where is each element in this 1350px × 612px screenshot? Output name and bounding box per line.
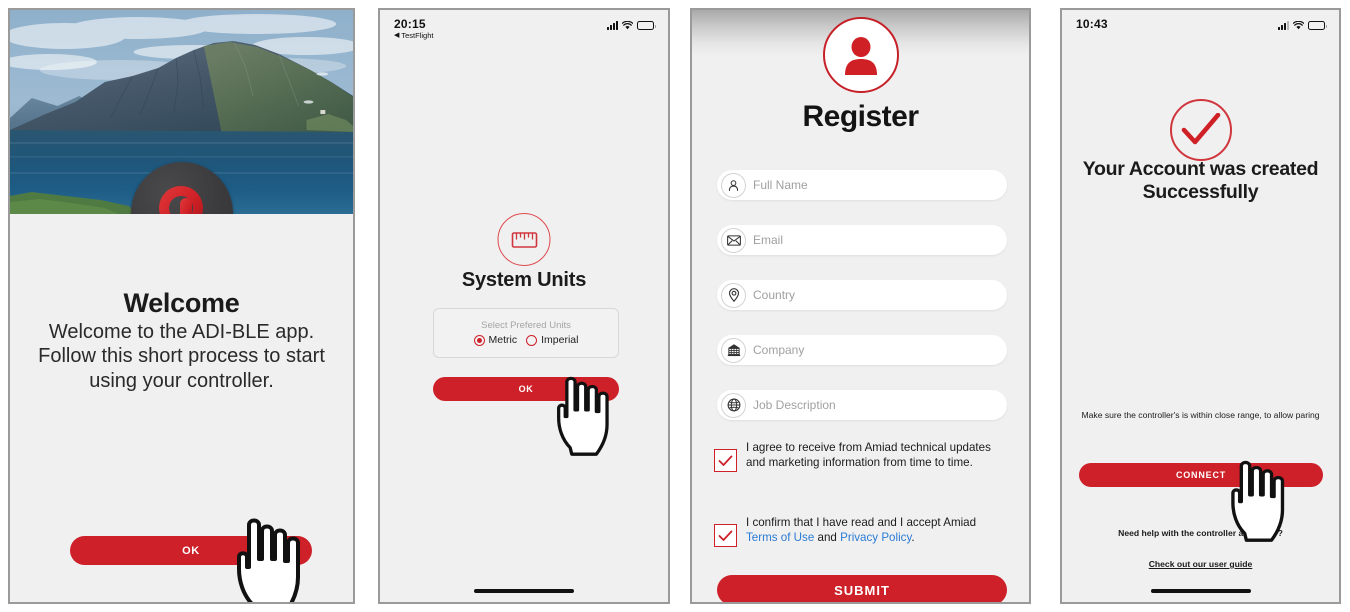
page-title: Welcome (123, 288, 240, 318)
terms-text-mid: and (814, 531, 841, 545)
user-guide-link-label: Check out our user guide (1148, 559, 1253, 569)
field-full-name[interactable]: Full Name (717, 170, 1007, 200)
welcome-body-text: Welcome to the ADI-BLE app. Follow this … (38, 321, 325, 392)
page-title: System Units (461, 269, 587, 291)
building-icon (721, 337, 746, 363)
terms-of-use-link[interactable]: Terms of Use (746, 531, 814, 544)
page-title: Your Account was created Successfully (1082, 158, 1319, 203)
radio-option-metric[interactable]: Metric (473, 334, 518, 346)
check-glyph (1181, 113, 1220, 145)
checkbox-marketing-label: I agree to receive from Amiad technical … (746, 441, 991, 470)
connect-button[interactable]: CONNECT (1079, 463, 1323, 487)
help-prompt-text: Need help with the controller assembly? (1118, 528, 1283, 538)
battery-icon (637, 21, 656, 30)
checkbox-terms[interactable] (714, 524, 737, 547)
check-circle-icon (1169, 99, 1232, 161)
terms-text-after: . (911, 531, 915, 545)
radio-metric-label: Metric (488, 334, 518, 346)
user-avatar-icon (822, 17, 899, 93)
ruler-glyph (511, 231, 537, 248)
wifi-icon (1293, 21, 1304, 30)
home-indicator (474, 589, 574, 593)
page-title: Register (802, 100, 919, 133)
status-left: 20:15 ◀ TestFlight (394, 18, 434, 40)
pairing-hint-text: Make sure the controller's is within clo… (1081, 410, 1320, 420)
cellular-signal-icon (1278, 21, 1289, 30)
status-right (607, 18, 656, 30)
wifi-icon (622, 21, 633, 30)
home-indicator (1150, 589, 1251, 593)
user-guide-link[interactable]: Check out our user guide (1078, 559, 1323, 569)
person-icon (721, 172, 746, 198)
submit-button[interactable]: SUBMIT (717, 575, 1007, 602)
check-icon (718, 530, 733, 541)
checkbox-terms-label: I confirm that I have read and I accept … (746, 515, 1010, 545)
adi-ble-logo-mark (158, 186, 203, 214)
field-country[interactable]: Country (717, 280, 1007, 310)
field-company[interactable]: Company (717, 335, 1007, 365)
field-country-placeholder: Country (753, 288, 796, 302)
screenshot-stage: Welcome Welcome to the ADI-BLE app. Foll… (0, 0, 1350, 612)
status-back-app[interactable]: ◀ TestFlight (394, 32, 434, 40)
checkbox-marketing[interactable] (714, 449, 737, 472)
hero-image (10, 10, 353, 214)
status-time: 10:43 (1076, 17, 1108, 31)
battery-icon (1308, 21, 1327, 30)
unit-radio-row: Metric Imperial (473, 334, 578, 346)
field-email-placeholder: Email (753, 233, 784, 247)
checkbox-row-marketing[interactable]: I agree to receive from Amiad technical … (714, 440, 1010, 472)
back-triangle-icon: ◀ (394, 32, 400, 40)
field-company-placeholder: Company (753, 343, 805, 357)
phone-screen-welcome: Welcome Welcome to the ADI-BLE app. Foll… (8, 8, 355, 604)
field-job-description-placeholder: Job Description (753, 398, 836, 412)
envelope-icon (721, 227, 746, 253)
unit-group-label: Select Prefered Units (481, 320, 571, 331)
field-job-description[interactable]: Job Description (717, 390, 1007, 420)
privacy-policy-link[interactable]: Privacy Policy (840, 531, 911, 544)
back-app-label: TestFlight (401, 31, 434, 40)
cellular-signal-icon (607, 21, 618, 30)
status-time: 20:15 (394, 17, 426, 31)
check-icon (718, 455, 733, 466)
phone-screen-register: Register Full Name Email Country Company… (690, 8, 1031, 604)
radio-option-imperial[interactable]: Imperial (526, 334, 578, 346)
ok-button[interactable]: OK (70, 536, 312, 565)
status-right (1278, 18, 1327, 30)
user-avatar-glyph (844, 37, 877, 75)
phone-screen-account-created: 10:43 Your Account was created Successfu… (1060, 8, 1341, 604)
globe-icon (721, 392, 746, 418)
checkbox-row-terms[interactable]: I confirm that I have read and I accept … (714, 515, 1010, 547)
radio-imperial-indicator[interactable] (526, 334, 538, 346)
ok-button[interactable]: OK (433, 377, 619, 401)
radio-imperial-label: Imperial (541, 334, 579, 346)
ruler-icon (497, 213, 551, 266)
field-full-name-placeholder: Full Name (753, 178, 808, 192)
phone-screen-system-units: 20:15 ◀ TestFlight System Units Select P… (378, 8, 670, 604)
status-bar: 20:15 ◀ TestFlight (380, 10, 668, 44)
unit-selector-group: Select Prefered Units Metric Imperial (433, 308, 619, 358)
status-bar: 10:43 (1062, 10, 1339, 44)
status-left: 10:43 (1076, 18, 1108, 30)
field-email[interactable]: Email (717, 225, 1007, 255)
radio-metric-indicator[interactable] (473, 334, 485, 346)
location-pin-icon (721, 282, 746, 308)
terms-text-before: I confirm that I have read and I accept … (746, 516, 977, 529)
